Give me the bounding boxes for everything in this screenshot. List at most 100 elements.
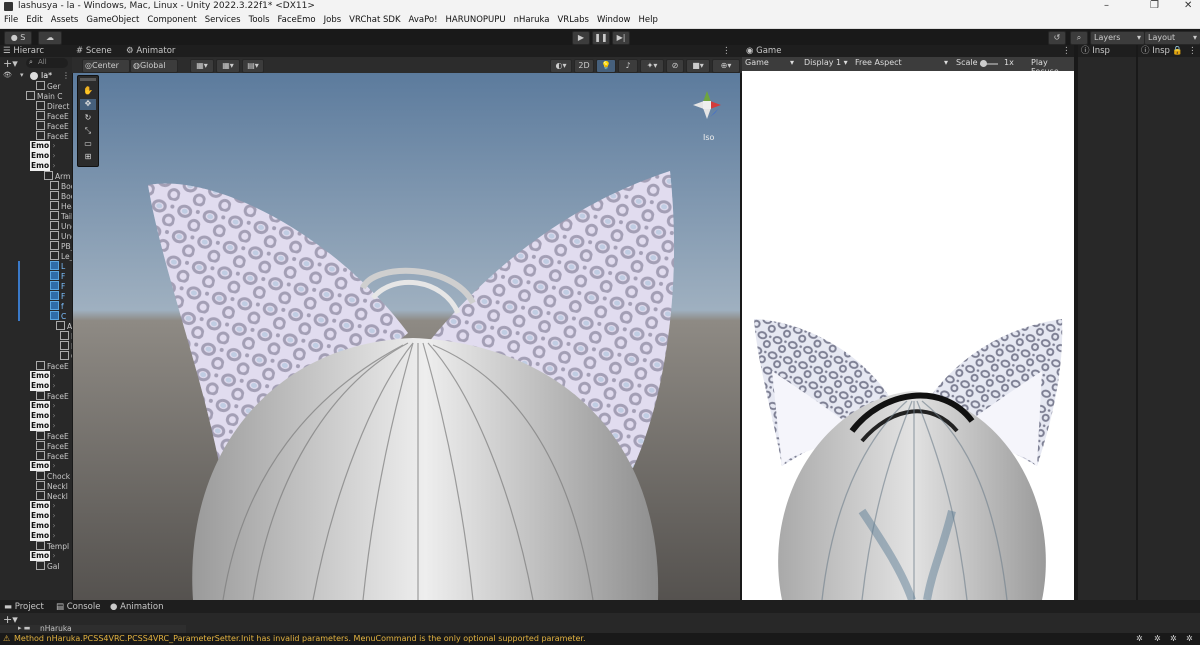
- scene-viewport[interactable]: ✋ ✥ ↻ ⤡ ▭ ⊞ Iso: [73, 73, 740, 600]
- aspect-dropdown[interactable]: Free Aspect: [855, 58, 902, 67]
- menu-harunopupu[interactable]: HARUNOPUPU: [442, 14, 510, 27]
- tab-project[interactable]: ▬ Project: [4, 601, 44, 613]
- rotate-tool-icon[interactable]: ↻: [80, 113, 96, 124]
- tab-console[interactable]: ▤ Console: [56, 601, 100, 613]
- close-button[interactable]: ✕: [1184, 0, 1192, 11]
- menu-component[interactable]: Component: [143, 14, 200, 27]
- chevron-right-icon[interactable]: ›: [50, 161, 55, 170]
- hierarchy-row[interactable]: f: [0, 301, 72, 311]
- kebab-menu-icon[interactable]: ⋮: [1188, 45, 1197, 57]
- step-button[interactable]: ▶|: [612, 31, 630, 45]
- hierarchy-row[interactable]: Emo ›: [0, 461, 72, 471]
- chevron-right-icon[interactable]: ›: [50, 411, 55, 420]
- hierarchy-row[interactable]: Emo ›: [0, 411, 72, 421]
- space-dropdown[interactable]: ◍Global: [130, 59, 178, 73]
- chevron-right-icon[interactable]: ›: [50, 461, 55, 470]
- scale-slider-handle[interactable]: [980, 60, 987, 67]
- gizmos-button[interactable]: ⊕▾: [712, 59, 740, 73]
- menu-gameobject[interactable]: GameObject: [82, 14, 143, 27]
- history-button[interactable]: ↺: [1048, 31, 1066, 45]
- hierarchy-row[interactable]: F: [0, 281, 72, 291]
- game-mode-dropdown[interactable]: Game: [745, 58, 769, 67]
- hierarchy-row[interactable]: FaceE: [0, 441, 72, 451]
- hierarchy-row[interactable]: Le_: [0, 251, 72, 261]
- hierarchy-row[interactable]: Emo ›: [0, 531, 72, 541]
- account-dropdown[interactable]: ● S: [4, 31, 32, 45]
- toggle-2d-button[interactable]: 2D: [574, 59, 594, 73]
- scene-kebab-icon[interactable]: ⋮: [722, 45, 731, 57]
- hierarchy-row[interactable]: Ger: [0, 81, 72, 91]
- hierarchy-row[interactable]: Neckl: [0, 491, 72, 501]
- cloud-button[interactable]: ☁: [38, 31, 62, 45]
- hierarchy-row[interactable]: E: [0, 341, 72, 351]
- search-button[interactable]: ⌕: [1070, 31, 1088, 45]
- kebab-menu-icon[interactable]: ⋮: [62, 71, 70, 80]
- pause-button[interactable]: ❚❚: [592, 31, 610, 45]
- tab-inspector-2[interactable]: ⓘ Insp: [1141, 45, 1170, 57]
- tab-animator[interactable]: ⚙ Animator: [126, 45, 175, 57]
- hierarchy-row[interactable]: Bod: [0, 181, 72, 191]
- game-viewport[interactable]: [742, 71, 1074, 600]
- sync-icon[interactable]: ✲: [1170, 633, 1177, 645]
- hierarchy-row[interactable]: L: [0, 261, 72, 271]
- hierarchy-row[interactable]: Direct: [0, 101, 72, 111]
- display-dropdown[interactable]: Display 1 ▾: [804, 58, 848, 67]
- maximize-button[interactable]: ❐: [1150, 0, 1159, 11]
- menu-nharuka[interactable]: nHaruka: [510, 14, 554, 27]
- hierarchy-row[interactable]: Emo ›: [0, 551, 72, 561]
- settings-icon[interactable]: ✲: [1136, 633, 1143, 645]
- hierarchy-row[interactable]: Neckl: [0, 481, 72, 491]
- hierarchy-row[interactable]: Emo ›: [0, 161, 72, 171]
- hierarchy-row[interactable]: FaceE: [0, 361, 72, 371]
- hierarchy-row[interactable]: Emo ›: [0, 371, 72, 381]
- hierarchy-row[interactable]: Emo ›: [0, 501, 72, 511]
- hierarchy-row[interactable]: E: [0, 331, 72, 341]
- effects-toggle[interactable]: ✦▾: [640, 59, 664, 73]
- chevron-right-icon[interactable]: ›: [50, 381, 55, 390]
- hierarchy-row[interactable]: Templ: [0, 541, 72, 551]
- tab-inspector-1[interactable]: ⓘ Insp: [1081, 45, 1110, 57]
- hierarchy-row[interactable]: Emo ›: [0, 381, 72, 391]
- chevron-right-icon[interactable]: ›: [50, 551, 55, 560]
- hierarchy-row[interactable]: FaceE: [0, 451, 72, 461]
- hierarchy-row[interactable]: Emo ›: [0, 401, 72, 411]
- scale-tool-icon[interactable]: ⤡: [80, 126, 96, 137]
- menu-file[interactable]: File: [0, 14, 22, 27]
- layout-dropdown[interactable]: Layout ▾: [1144, 31, 1200, 45]
- visibility-eye-icon[interactable]: 👁: [3, 71, 12, 79]
- grid-snap-button[interactable]: ▦▾: [190, 59, 214, 73]
- chevron-right-icon[interactable]: ›: [50, 421, 55, 430]
- menu-jobs[interactable]: Jobs: [320, 14, 346, 27]
- notification-icon[interactable]: ✲: [1186, 633, 1193, 645]
- hierarchy-row[interactable]: Main C: [0, 91, 72, 101]
- hierarchy-row[interactable]: Emo ›: [0, 521, 72, 531]
- rect-tool-icon[interactable]: ▭: [80, 139, 96, 150]
- tab-hierarchy[interactable]: ☰ Hierarc: [3, 45, 44, 57]
- hierarchy-row[interactable]: FaceE: [0, 131, 72, 141]
- layers-dropdown[interactable]: Layers ▾: [1090, 31, 1145, 45]
- game-kebab-icon[interactable]: ⋮: [1062, 45, 1071, 57]
- menu-vrchat-sdk[interactable]: VRChat SDK: [345, 14, 404, 27]
- hand-tool-icon[interactable]: ✋: [80, 86, 96, 97]
- hierarchy-row[interactable]: Tail: [0, 211, 72, 221]
- hierarchy-row[interactable]: FaceE: [0, 391, 72, 401]
- hierarchy-row[interactable]: C: [0, 351, 72, 361]
- lock-icon[interactable]: 🔒: [1172, 45, 1183, 57]
- hierarchy-row[interactable]: Chock: [0, 471, 72, 481]
- hierarchy-search-input[interactable]: ⌕ All: [26, 58, 68, 68]
- chevron-right-icon[interactable]: ›: [50, 141, 55, 150]
- chevron-right-icon[interactable]: ›: [50, 531, 55, 540]
- grid-visibility-button[interactable]: ▦▾: [216, 59, 240, 73]
- tab-scene[interactable]: # Scene: [76, 45, 112, 57]
- menu-faceemo[interactable]: FaceEmo: [274, 14, 320, 27]
- hierarchy-row[interactable]: Gal: [0, 561, 72, 571]
- project-folder-row[interactable]: ▸ ▬ nHaruka: [0, 624, 186, 633]
- hierarchy-row[interactable]: FaceE: [0, 431, 72, 441]
- hierarchy-row[interactable]: A: [0, 321, 72, 331]
- status-bar[interactable]: ⚠ Method nHaruka.PCSS4VRC.PCSS4VRC_Param…: [0, 633, 1200, 645]
- menu-window[interactable]: Window: [593, 14, 635, 27]
- pivot-dropdown[interactable]: ◎Center: [82, 59, 130, 73]
- hierarchy-row[interactable]: Und: [0, 221, 72, 231]
- hierarchy-row[interactable]: Bod: [0, 191, 72, 201]
- chevron-right-icon[interactable]: ›: [50, 501, 55, 510]
